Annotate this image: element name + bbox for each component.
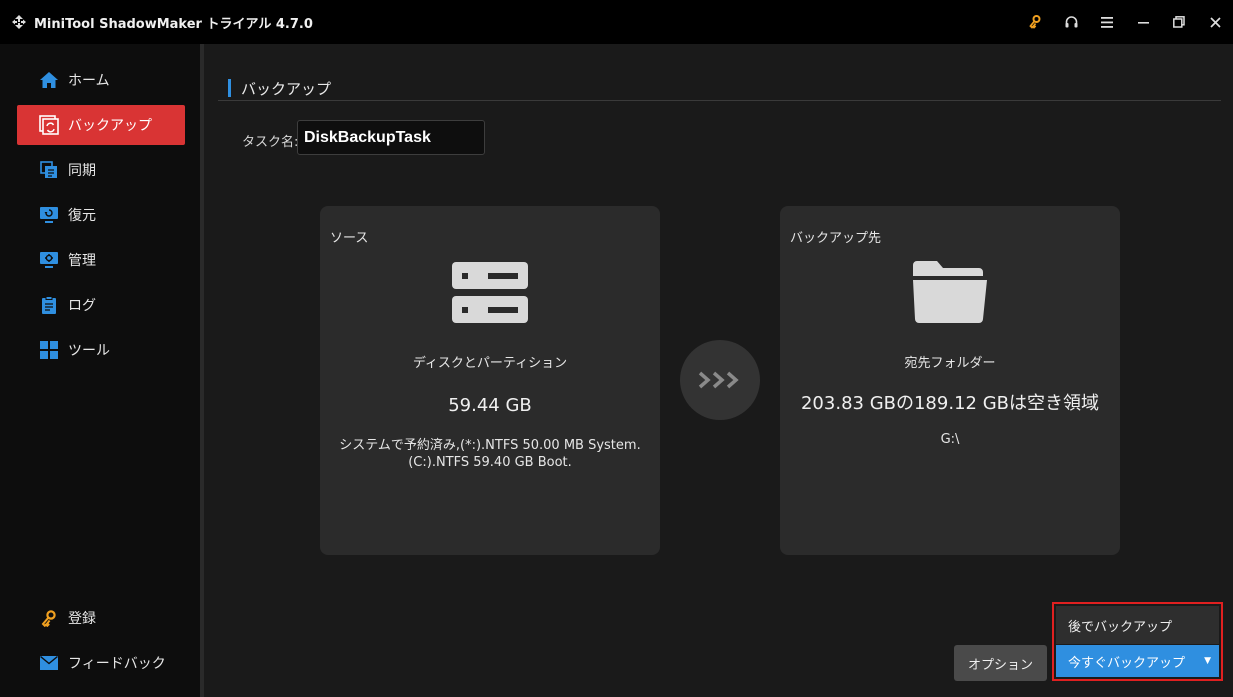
sync-icon <box>39 160 59 180</box>
restore-icon[interactable] <box>1161 0 1197 44</box>
source-detail-line1: システムで予約済み,(*:).NTFS 50.00 MB System. <box>339 438 641 453</box>
source-detail-line2: (C:).NTFS 59.40 GB Boot. <box>408 455 572 470</box>
sidebar-item-home[interactable]: ホーム <box>17 60 185 100</box>
manage-icon <box>39 250 59 270</box>
sidebar-item-label: フィードバック <box>68 656 166 672</box>
headset-icon[interactable] <box>1053 0 1089 44</box>
destination-path: G:\ <box>940 432 960 447</box>
backup-later-menu-item[interactable]: 後でバックアップ <box>1056 606 1219 644</box>
menu-icon[interactable] <box>1089 0 1125 44</box>
mail-icon <box>39 653 59 673</box>
sidebar-item-label: ホーム <box>68 73 110 89</box>
minimize-icon[interactable] <box>1125 0 1161 44</box>
source-card[interactable]: ソース ディスクとパーティション 59.44 GB システムで予約済み,(*:)… <box>320 206 660 555</box>
sidebar-item-label: バックアップ <box>68 118 152 134</box>
home-icon <box>39 70 59 90</box>
source-card-title: ソース <box>330 231 369 246</box>
page-title-text: バックアップ <box>241 79 332 98</box>
tools-icon <box>39 340 59 360</box>
options-button[interactable]: オプション <box>954 645 1047 681</box>
sidebar-item-restore[interactable]: 復元 <box>17 195 185 235</box>
destination-free-space: 203.83 GBの189.12 GBは空き領域 <box>800 393 1099 414</box>
source-type-label: ディスクとパーティション <box>412 356 568 371</box>
caret-down-icon[interactable]: ▼ <box>1204 645 1211 677</box>
sidebar-item-tools[interactable]: ツール <box>17 330 185 370</box>
sidebar-item-manage[interactable]: 管理 <box>17 240 185 280</box>
title-accent-bar <box>228 79 231 97</box>
sidebar-item-backup[interactable]: バックアップ <box>17 105 185 145</box>
sidebar: ホーム バックアップ 同期 復元 管理 ログ ツール 登録 フィードバック <box>0 44 200 697</box>
destination-card-title: バックアップ先 <box>790 231 882 246</box>
sidebar-item-label: ログ <box>68 298 96 314</box>
disk-partition-icon <box>320 262 660 324</box>
key-icon <box>39 608 59 628</box>
sidebar-item-label: 管理 <box>68 253 96 269</box>
backup-now-label: 今すぐバックアップ <box>1068 655 1186 671</box>
key-icon[interactable] <box>1017 0 1053 44</box>
sidebar-item-register[interactable]: 登録 <box>17 598 185 638</box>
sidebar-item-feedback[interactable]: フィードバック <box>17 643 185 683</box>
restore-icon <box>39 205 59 225</box>
sidebar-item-label: ツール <box>68 343 110 359</box>
backup-icon <box>39 115 59 135</box>
app-title: MiniTool ShadowMaker トライアル 4.7.0 <box>34 16 313 32</box>
header-divider <box>218 100 1221 101</box>
page-title: バックアップ <box>228 77 331 99</box>
task-name-input[interactable] <box>297 120 485 155</box>
source-size: 59.44 GB <box>448 395 532 416</box>
destination-type-label: 宛先フォルダー <box>904 356 996 371</box>
main-panel: バックアップ タスク名: ソース ディスクとパーティション 59.44 GB シ… <box>204 44 1233 697</box>
sidebar-item-label: 復元 <box>68 208 96 224</box>
sidebar-item-sync[interactable]: 同期 <box>17 150 185 190</box>
triple-chevron-icon <box>680 340 760 420</box>
destination-card[interactable]: バックアップ先 宛先フォルダー 203.83 GBの189.12 GBは空き領域… <box>780 206 1120 555</box>
close-icon[interactable] <box>1197 0 1233 44</box>
sidebar-item-label: 登録 <box>68 611 96 627</box>
backup-later-label: 後でバックアップ <box>1068 619 1173 635</box>
backup-dropdown-highlight: 後でバックアップ 今すぐバックアップ ▼ <box>1052 602 1223 681</box>
sidebar-item-label: 同期 <box>68 163 96 179</box>
task-name-label: タスク名: <box>242 135 299 150</box>
app-logo-icon <box>10 13 28 31</box>
folder-icon <box>780 261 1120 323</box>
backup-now-button[interactable]: 今すぐバックアップ ▼ <box>1056 645 1219 677</box>
sidebar-item-log[interactable]: ログ <box>17 285 185 325</box>
log-icon <box>39 295 59 315</box>
title-bar: MiniTool ShadowMaker トライアル 4.7.0 <box>0 0 1233 44</box>
